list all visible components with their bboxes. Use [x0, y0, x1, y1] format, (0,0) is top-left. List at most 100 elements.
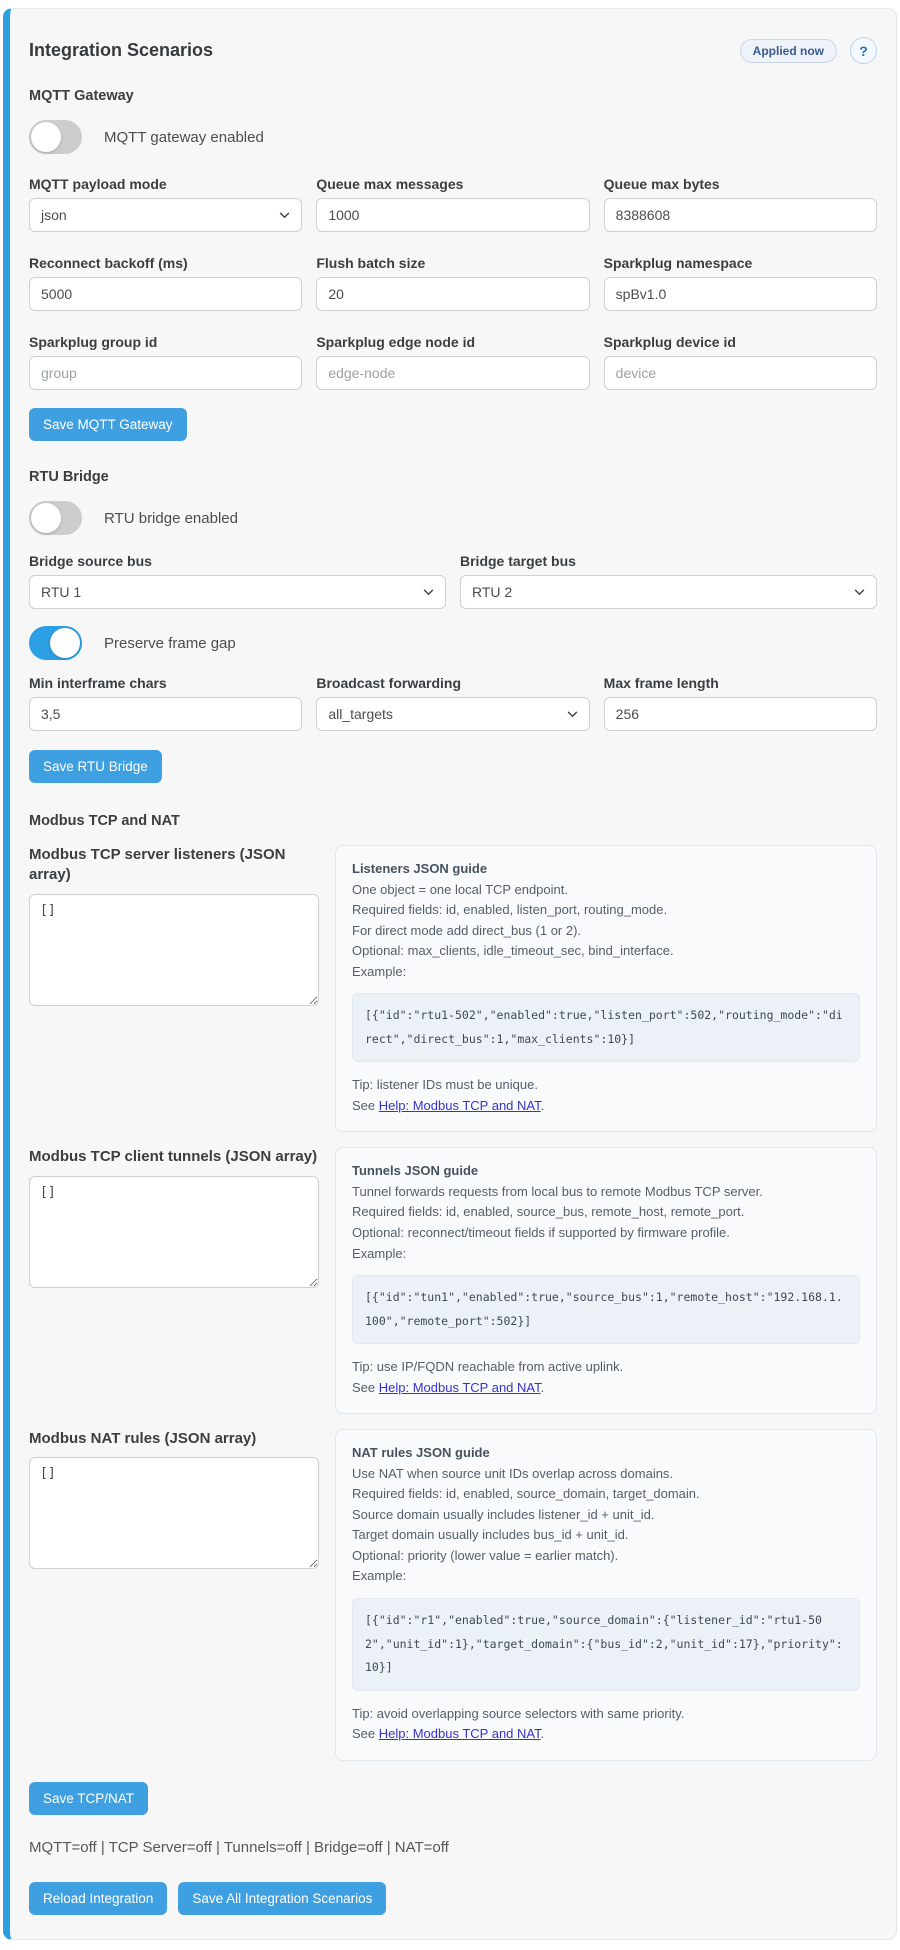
select-value: RTU 1: [41, 584, 82, 600]
bridge-source-bus-select[interactable]: RTU 1: [29, 575, 446, 609]
queue-max-bytes-label: Queue max bytes: [603, 176, 720, 192]
guide-tip: Tip: listener IDs must be unique.: [352, 1077, 538, 1093]
guide-line: Required fields: id, enabled, source_bus…: [352, 1204, 745, 1220]
reload-integration-button[interactable]: Reload Integration: [29, 1881, 168, 1915]
rtu-section-title: RTU Bridge: [29, 469, 109, 485]
nat-rules-json-textarea[interactable]: []: [29, 1457, 319, 1570]
tcpnat-section-title: Modbus TCP and NAT: [29, 813, 180, 829]
mqtt-gateway-enabled-toggle[interactable]: [29, 120, 82, 154]
mqtt-payload-mode-select[interactable]: json: [29, 198, 303, 232]
chevron-down-icon: [423, 588, 434, 595]
sparkplug-group-id-label: Sparkplug group id: [29, 334, 158, 350]
bridge-target-bus-label: Bridge target bus: [460, 553, 576, 569]
sparkplug-namespace-label: Sparkplug namespace: [603, 255, 753, 271]
guide-title: Listeners JSON guide: [352, 861, 488, 876]
help-modbus-tcp-nat-link[interactable]: Help: Modbus TCP and NAT: [379, 1098, 541, 1113]
sparkplug-device-id-label: Sparkplug device id: [603, 334, 736, 350]
nat-rules-json-label: Modbus NAT rules (JSON array): [29, 1430, 257, 1448]
mqtt-section-title: MQTT Gateway: [29, 88, 134, 104]
guide-see-line: See Help: Modbus TCP and NAT.: [352, 1097, 545, 1113]
reconnect-backoff-input[interactable]: [29, 277, 303, 311]
toggle-knob: [31, 503, 61, 533]
save-rtu-bridge-button[interactable]: Save RTU Bridge: [29, 750, 162, 783]
sparkplug-device-id-input[interactable]: [603, 356, 877, 390]
guide-title: NAT rules JSON guide: [352, 1445, 490, 1461]
queue-max-messages-input[interactable]: [316, 198, 590, 232]
sparkplug-edge-node-id-input[interactable]: [316, 356, 590, 390]
bridge-source-bus-label: Bridge source bus: [29, 553, 152, 569]
guide-line: For direct mode add direct_bus (1 or 2).: [352, 922, 582, 938]
tunnels-json-example-code: [{"id":"tun1","enabled":true,"source_bus…: [352, 1275, 860, 1345]
guide-line: Tunnel forwards requests from local bus …: [352, 1183, 763, 1199]
preserve-frame-gap-toggle[interactable]: [29, 626, 82, 660]
sparkplug-group-id-input[interactable]: [29, 356, 303, 390]
mqtt-payload-mode-label: MQTT payload mode: [29, 176, 167, 192]
guide-line: Optional: max_clients, idle_timeout_sec,…: [352, 943, 674, 959]
broadcast-forwarding-label: Broadcast forwarding: [316, 675, 462, 691]
guide-tip: Tip: use IP/FQDN reachable from active u…: [352, 1359, 624, 1375]
guide-line: Optional: reconnect/timeout fields if su…: [352, 1224, 730, 1240]
max-frame-length-label: Max frame length: [603, 675, 719, 691]
listeners-json-textarea[interactable]: []: [29, 893, 319, 1006]
select-value: all_targets: [328, 706, 393, 722]
queue-max-bytes-input[interactable]: [603, 198, 877, 232]
select-value: json: [41, 207, 67, 223]
guide-line: Use NAT when source unit IDs overlap acr…: [352, 1465, 674, 1481]
min-interframe-chars-label: Min interframe chars: [29, 675, 167, 691]
nat-rules-row: Modbus NAT rules (JSON array) [] NAT rul…: [29, 1429, 877, 1761]
chevron-down-icon: [567, 710, 578, 717]
flush-batch-size-label: Flush batch size: [316, 255, 426, 271]
card-header: Integration Scenarios Applied now ?: [29, 37, 877, 64]
listeners-row: Modbus TCP server listeners (JSON array)…: [29, 845, 877, 1133]
page-title: Integration Scenarios: [29, 40, 214, 60]
applied-status-badge: Applied now: [739, 38, 837, 63]
listeners-json-label: Modbus TCP server listeners (JSON array): [29, 846, 286, 884]
guide-line: Example:: [352, 1568, 407, 1584]
rtu-bridge-enabled-label: RTU bridge enabled: [104, 509, 238, 527]
guide-line: Required fields: id, enabled, source_dom…: [352, 1486, 700, 1502]
tunnels-json-label: Modbus TCP client tunnels (JSON array): [29, 1148, 318, 1166]
guide-line: Required fields: id, enabled, listen_por…: [352, 902, 668, 918]
tunnels-json-textarea[interactable]: []: [29, 1175, 319, 1288]
integration-status-text: MQTT=off | TCP Server=off | Tunnels=off …: [29, 1838, 449, 1856]
min-interframe-chars-input[interactable]: [29, 697, 303, 731]
save-mqtt-gateway-button[interactable]: Save MQTT Gateway: [29, 408, 187, 441]
preserve-frame-gap-label: Preserve frame gap: [104, 634, 236, 652]
guide-see-line: See Help: Modbus TCP and NAT.: [352, 1726, 545, 1742]
nat-rules-json-example-code: [{"id":"r1","enabled":true,"source_domai…: [352, 1597, 860, 1691]
bridge-target-bus-select[interactable]: RTU 2: [460, 575, 877, 609]
toggle-knob: [31, 122, 61, 152]
save-tcp-nat-button[interactable]: Save TCP/NAT: [29, 1781, 149, 1815]
help-modbus-tcp-nat-link[interactable]: Help: Modbus TCP and NAT: [379, 1726, 541, 1741]
guide-tip: Tip: avoid overlapping source selectors …: [352, 1705, 685, 1721]
listeners-json-example-code: [{"id":"rtu1-502","enabled":true,"listen…: [352, 993, 860, 1063]
header-right: Applied now ?: [739, 37, 877, 64]
reconnect-backoff-label: Reconnect backoff (ms): [29, 255, 188, 271]
sparkplug-namespace-input[interactable]: [603, 277, 877, 311]
flush-batch-size-input[interactable]: [316, 277, 590, 311]
guide-see-line: See Help: Modbus TCP and NAT.: [352, 1379, 545, 1395]
guide-line: One object = one local TCP endpoint.: [352, 881, 568, 897]
help-modbus-tcp-nat-link[interactable]: Help: Modbus TCP and NAT: [379, 1380, 541, 1395]
toggle-knob: [50, 628, 80, 658]
chevron-down-icon: [279, 211, 290, 218]
save-all-integration-scenarios-button[interactable]: Save All Integration Scenarios: [178, 1881, 387, 1915]
rtu-bridge-enabled-toggle[interactable]: [29, 501, 82, 535]
guide-title: Tunnels JSON guide: [352, 1163, 479, 1179]
max-frame-length-input[interactable]: [603, 697, 877, 731]
guide-line: Target domain usually includes bus_id + …: [352, 1527, 629, 1543]
chevron-down-icon: [854, 588, 865, 595]
integration-scenarios-card: Integration Scenarios Applied now ? MQTT…: [3, 8, 897, 1940]
broadcast-forwarding-select[interactable]: all_targets: [316, 697, 590, 731]
listeners-json-guide-panel: Listeners JSON guide One object = one lo…: [335, 845, 877, 1133]
tunnels-json-guide-panel: Tunnels JSON guide Tunnel forwards reque…: [335, 1147, 877, 1415]
mqtt-gateway-enabled-label: MQTT gateway enabled: [104, 128, 264, 146]
nat-rules-json-guide-panel: NAT rules JSON guide Use NAT when source…: [335, 1429, 877, 1761]
help-button[interactable]: ?: [850, 37, 877, 64]
tunnels-row: Modbus TCP client tunnels (JSON array) […: [29, 1147, 877, 1415]
guide-line: Example:: [352, 963, 407, 979]
queue-max-messages-label: Queue max messages: [316, 176, 464, 192]
select-value: RTU 2: [472, 584, 513, 600]
sparkplug-edge-node-id-label: Sparkplug edge node id: [316, 334, 476, 350]
guide-line: Source domain usually includes listener_…: [352, 1506, 655, 1522]
